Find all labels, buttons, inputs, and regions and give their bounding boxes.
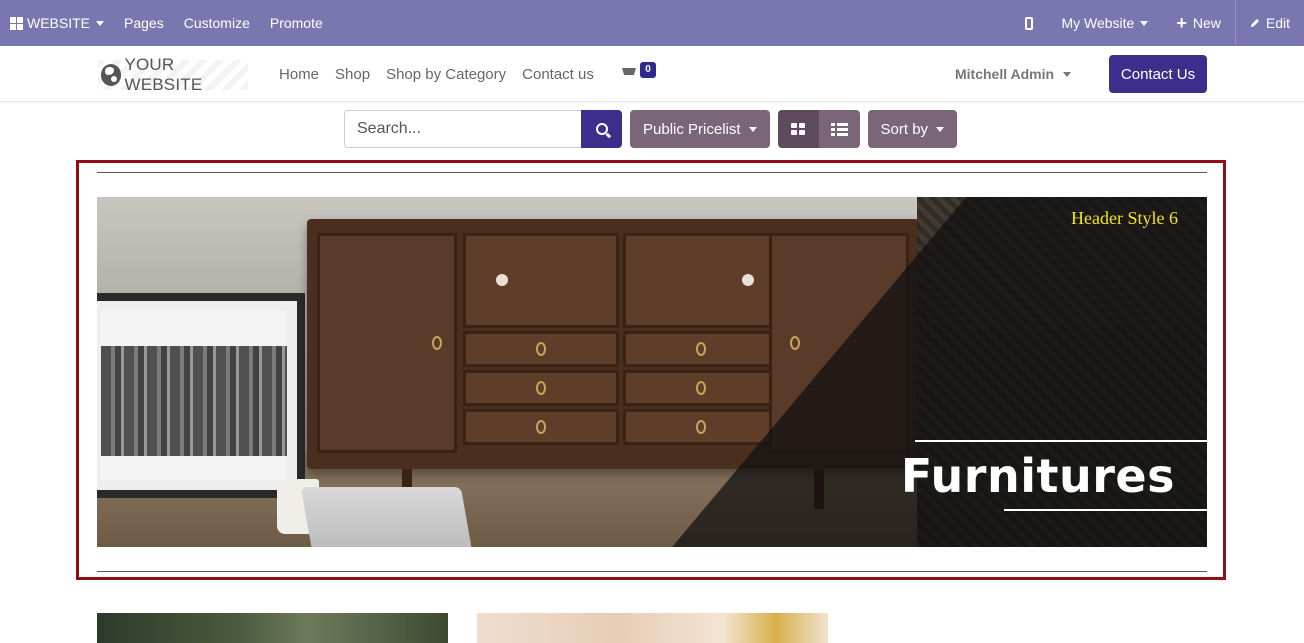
apps-label: WEBSITE xyxy=(27,15,91,31)
search-icon xyxy=(595,123,608,135)
divider xyxy=(97,172,1207,173)
header-style-label: Header Style 6 xyxy=(1071,208,1178,228)
product-card[interactable] xyxy=(97,613,448,643)
search-button[interactable] xyxy=(581,110,622,148)
editor-topbar: WEBSITE Pages Customize Promote My Websi… xyxy=(0,0,1304,46)
main-nav: Home Shop Shop by Category Contact us xyxy=(271,46,602,102)
new-label: New xyxy=(1192,15,1221,31)
chevron-down-icon xyxy=(1063,71,1072,77)
nav-home[interactable]: Home xyxy=(271,66,327,83)
cart-count-badge: 0 xyxy=(640,62,656,78)
user-name: Mitchell Admin xyxy=(955,66,1055,82)
chevron-down-icon xyxy=(1140,20,1149,26)
nav-contact-us[interactable]: Contact us xyxy=(514,66,602,83)
category-banner[interactable]: Header Style 6 Furnitures xyxy=(97,197,1207,547)
globe-icon xyxy=(101,64,122,86)
plus-icon: + xyxy=(1176,13,1187,33)
pricelist-dropdown[interactable]: Public Pricelist xyxy=(630,110,770,148)
site-logo[interactable]: YOUR WEBSITE xyxy=(98,55,248,94)
logo-text: YOUR WEBSITE xyxy=(124,55,203,94)
nav-shop-by-category[interactable]: Shop by Category xyxy=(378,66,514,83)
website-switcher[interactable]: My Website xyxy=(1047,0,1162,46)
search-group xyxy=(344,110,622,148)
laptop-image xyxy=(300,487,474,547)
title-rule-bottom xyxy=(1004,509,1207,511)
grid-view-button[interactable] xyxy=(777,110,819,148)
title-rule-top xyxy=(915,440,1207,442)
new-button[interactable]: + New xyxy=(1162,0,1235,46)
site-header: YOUR WEBSITE Home Shop Shop by Category … xyxy=(0,46,1304,102)
menu-pages[interactable]: Pages xyxy=(114,0,174,46)
menu-promote[interactable]: Promote xyxy=(260,0,333,46)
pencil-icon xyxy=(1250,19,1259,27)
user-menu[interactable]: Mitchell Admin xyxy=(955,46,1072,102)
category-title: Furnitures xyxy=(900,449,1175,503)
sort-by-dropdown[interactable]: Sort by xyxy=(867,110,958,148)
chevron-down-icon xyxy=(96,20,105,26)
cart-link[interactable]: 0 xyxy=(622,62,662,86)
list-view-icon xyxy=(830,122,848,136)
framed-picture xyxy=(97,293,305,498)
menu-customize[interactable]: Customize xyxy=(174,0,260,46)
shop-toolbar: Public Pricelist Sort by xyxy=(344,110,958,148)
product-card[interactable] xyxy=(477,613,828,643)
chevron-down-icon xyxy=(748,126,757,132)
mobile-preview-button[interactable] xyxy=(1011,0,1047,46)
grid-view-icon xyxy=(791,123,806,135)
mobile-icon xyxy=(1025,16,1034,30)
contact-us-button[interactable]: Contact Us xyxy=(1109,55,1207,93)
cart-icon xyxy=(622,68,636,75)
edit-button[interactable]: Edit xyxy=(1234,0,1304,46)
search-input[interactable] xyxy=(344,110,581,148)
apps-grid-icon xyxy=(10,16,23,30)
website-switcher-label: My Website xyxy=(1061,15,1135,31)
list-view-button[interactable] xyxy=(818,110,860,148)
pricelist-label: Public Pricelist xyxy=(643,120,741,138)
view-switcher xyxy=(777,110,860,148)
divider xyxy=(97,571,1207,572)
sort-by-label: Sort by xyxy=(880,120,929,138)
chevron-down-icon xyxy=(936,126,945,132)
apps-menu[interactable]: WEBSITE xyxy=(0,0,114,46)
nav-shop[interactable]: Shop xyxy=(327,66,378,83)
edit-label: Edit xyxy=(1265,15,1290,31)
